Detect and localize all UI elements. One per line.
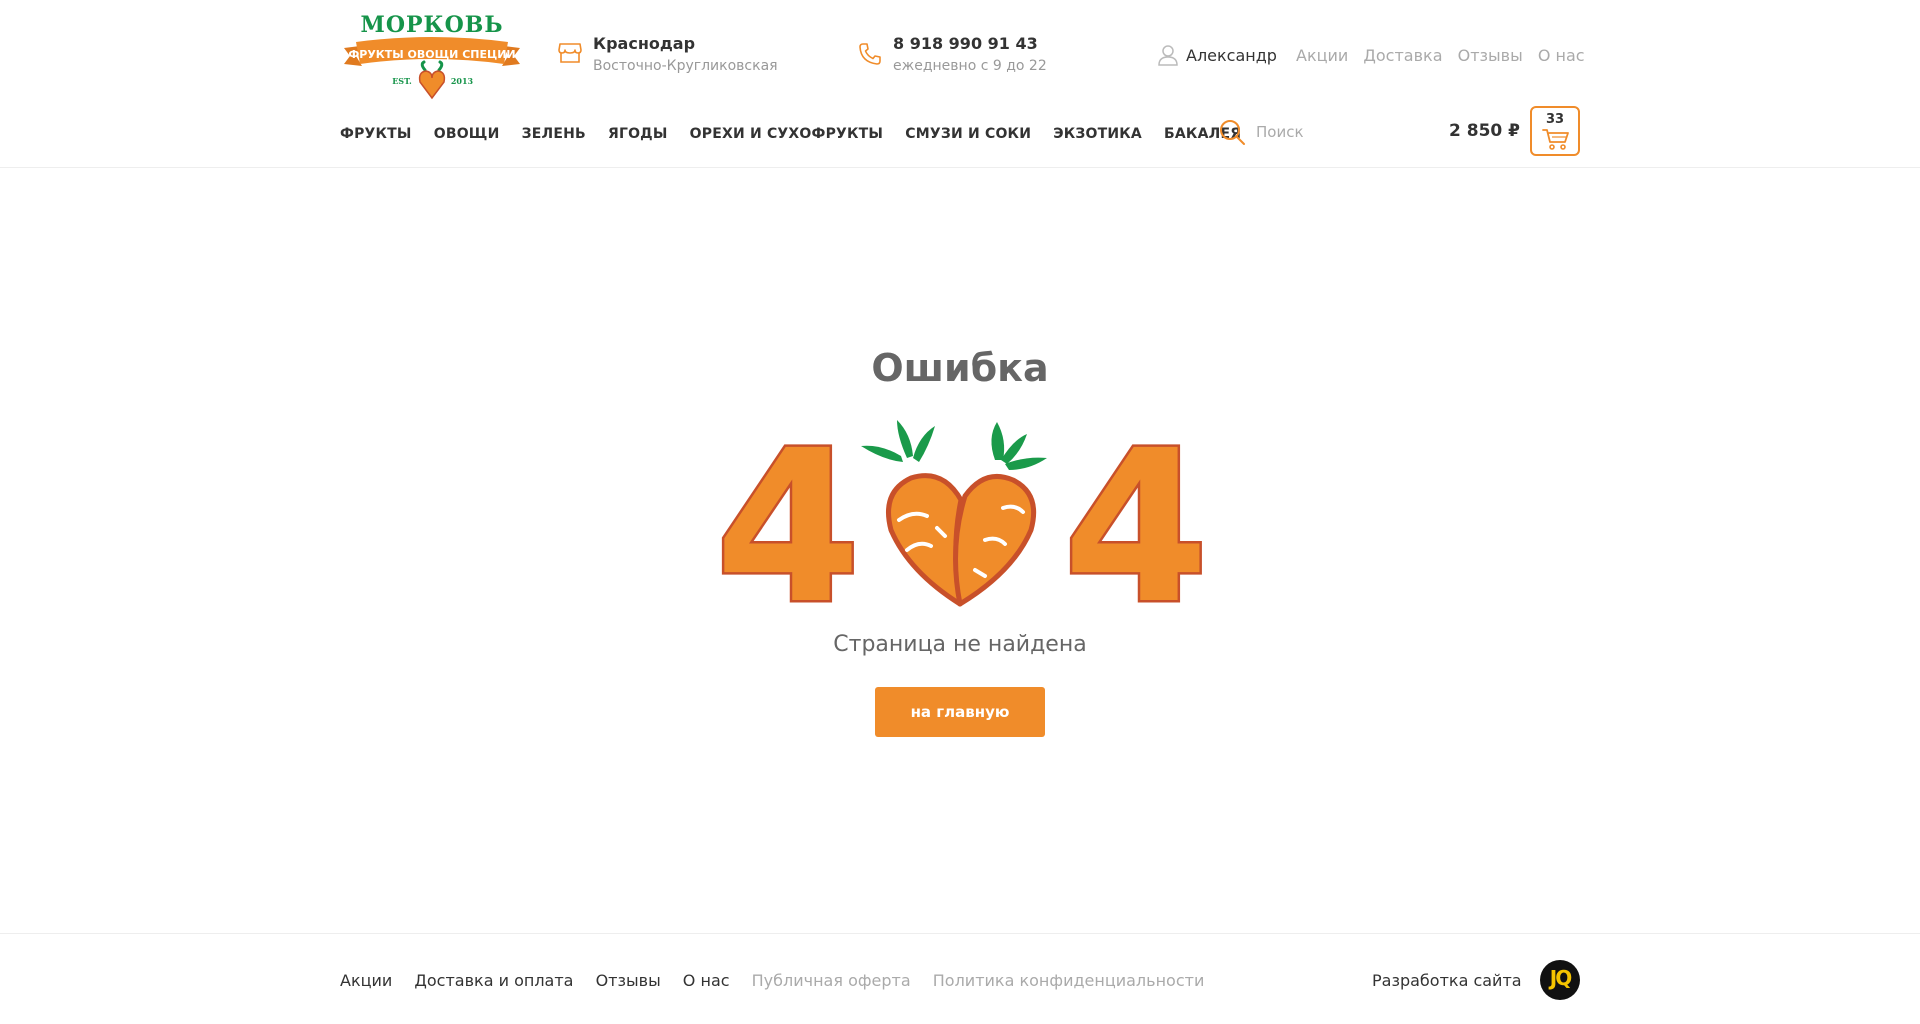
top-link-reviews[interactable]: Отзывы — [1458, 46, 1523, 65]
top-link-about[interactable]: О нас — [1538, 46, 1585, 65]
nav-item-vegetables[interactable]: ОВОЩИ — [434, 126, 500, 142]
cart-total: 2 850 ₽ — [1449, 121, 1520, 141]
go-home-button[interactable]: на главную — [875, 687, 1045, 737]
phone-number[interactable]: 8 918 990 91 43 — [893, 34, 1038, 53]
logo-ribbon-graphic: ФРУКТЫ ОВОЩИ СПЕЦИИ EST. 2013 — [344, 37, 520, 100]
top-link-delivery[interactable]: Доставка — [1363, 46, 1442, 65]
footer-link-offer[interactable]: Публичная оферта — [752, 971, 911, 990]
footer-link-about[interactable]: О нас — [683, 971, 730, 990]
developer-logo[interactable]: JQ — [1540, 960, 1580, 1000]
search-input[interactable] — [1256, 120, 1406, 144]
phone-hours: ежедневно с 9 до 22 — [893, 58, 1047, 74]
contact-phone[interactable]: 8 918 990 91 43 ежедневно с 9 до 22 — [858, 34, 1078, 78]
developer-credit[interactable]: Разработка сайта — [1372, 971, 1522, 990]
footer-links: Акции Доставка и оплата Отзывы О нас Пуб… — [340, 971, 1221, 990]
top-links: Акции Доставка Отзывы О нас — [1296, 46, 1595, 65]
store-location[interactable]: Краснодар Восточно-Кругликовская — [558, 34, 788, 78]
footer-link-promotions[interactable]: Акции — [340, 971, 392, 990]
cart-count: 33 — [1545, 112, 1565, 127]
top-link-promotions[interactable]: Акции — [1296, 46, 1348, 65]
logo-ribbon-text: ФРУКТЫ ОВОЩИ СПЕЦИИ — [348, 48, 515, 61]
error-page: Ошибка 4 4 Страница не найдена на главну… — [0, 168, 1920, 934]
phone-icon — [859, 43, 881, 65]
store-icon — [558, 43, 582, 63]
category-nav: ФРУКТЫ ОВОЩИ ЗЕЛЕНЬ ЯГОДЫ ОРЕХИ И СУХОФР… — [340, 123, 1258, 142]
error-title: Ошибка — [871, 346, 1049, 390]
error-404-illustration: 4 4 — [713, 420, 1207, 610]
error-digit-right: 4 — [1063, 420, 1207, 610]
user-icon — [1158, 45, 1178, 66]
search-icon[interactable] — [1218, 118, 1246, 146]
site-footer: Акции Доставка и оплата Отзывы О нас Пуб… — [0, 933, 1920, 1024]
nav-item-exotic[interactable]: ЭКЗОТИКА — [1053, 126, 1142, 142]
developer-logo-text: JQ — [1549, 966, 1572, 990]
error-subtitle: Страница не найдена — [833, 632, 1087, 657]
logo-year: 2013 — [451, 76, 474, 86]
store-city: Краснодар — [593, 34, 696, 53]
nav-item-nuts[interactable]: ОРЕХИ И СУХОФРУКТЫ — [690, 126, 884, 142]
nav-item-greens[interactable]: ЗЕЛЕНЬ — [522, 126, 586, 142]
error-digit-left: 4 — [715, 420, 861, 610]
nav-item-smoothies[interactable]: СМУЗИ И СОКИ — [905, 126, 1031, 142]
store-address: Восточно-Кругликовская — [593, 58, 778, 74]
nav-item-fruits[interactable]: ФРУКТЫ — [340, 126, 412, 142]
site-logo[interactable]: МОРКОВЬ ФРУКТЫ ОВОЩИ СПЕЦИИ EST. 2013 — [340, 12, 524, 100]
cart-button[interactable]: 33 — [1530, 106, 1580, 156]
cart-icon — [1542, 129, 1569, 150]
footer-link-privacy[interactable]: Политика конфиденциальности — [933, 971, 1205, 990]
nav-item-berries[interactable]: ЯГОДЫ — [608, 126, 668, 142]
search-box — [1218, 116, 1418, 148]
footer-link-reviews[interactable]: Отзывы — [596, 971, 661, 990]
site-header: МОРКОВЬ ФРУКТЫ ОВОЩИ СПЕЦИИ EST. 2013 Кр… — [0, 0, 1920, 168]
footer-link-delivery[interactable]: Доставка и оплата — [414, 971, 573, 990]
user-name: Александр — [1186, 46, 1277, 65]
carrot-heart-icon — [861, 420, 1047, 607]
logo-est: EST. — [392, 76, 412, 86]
